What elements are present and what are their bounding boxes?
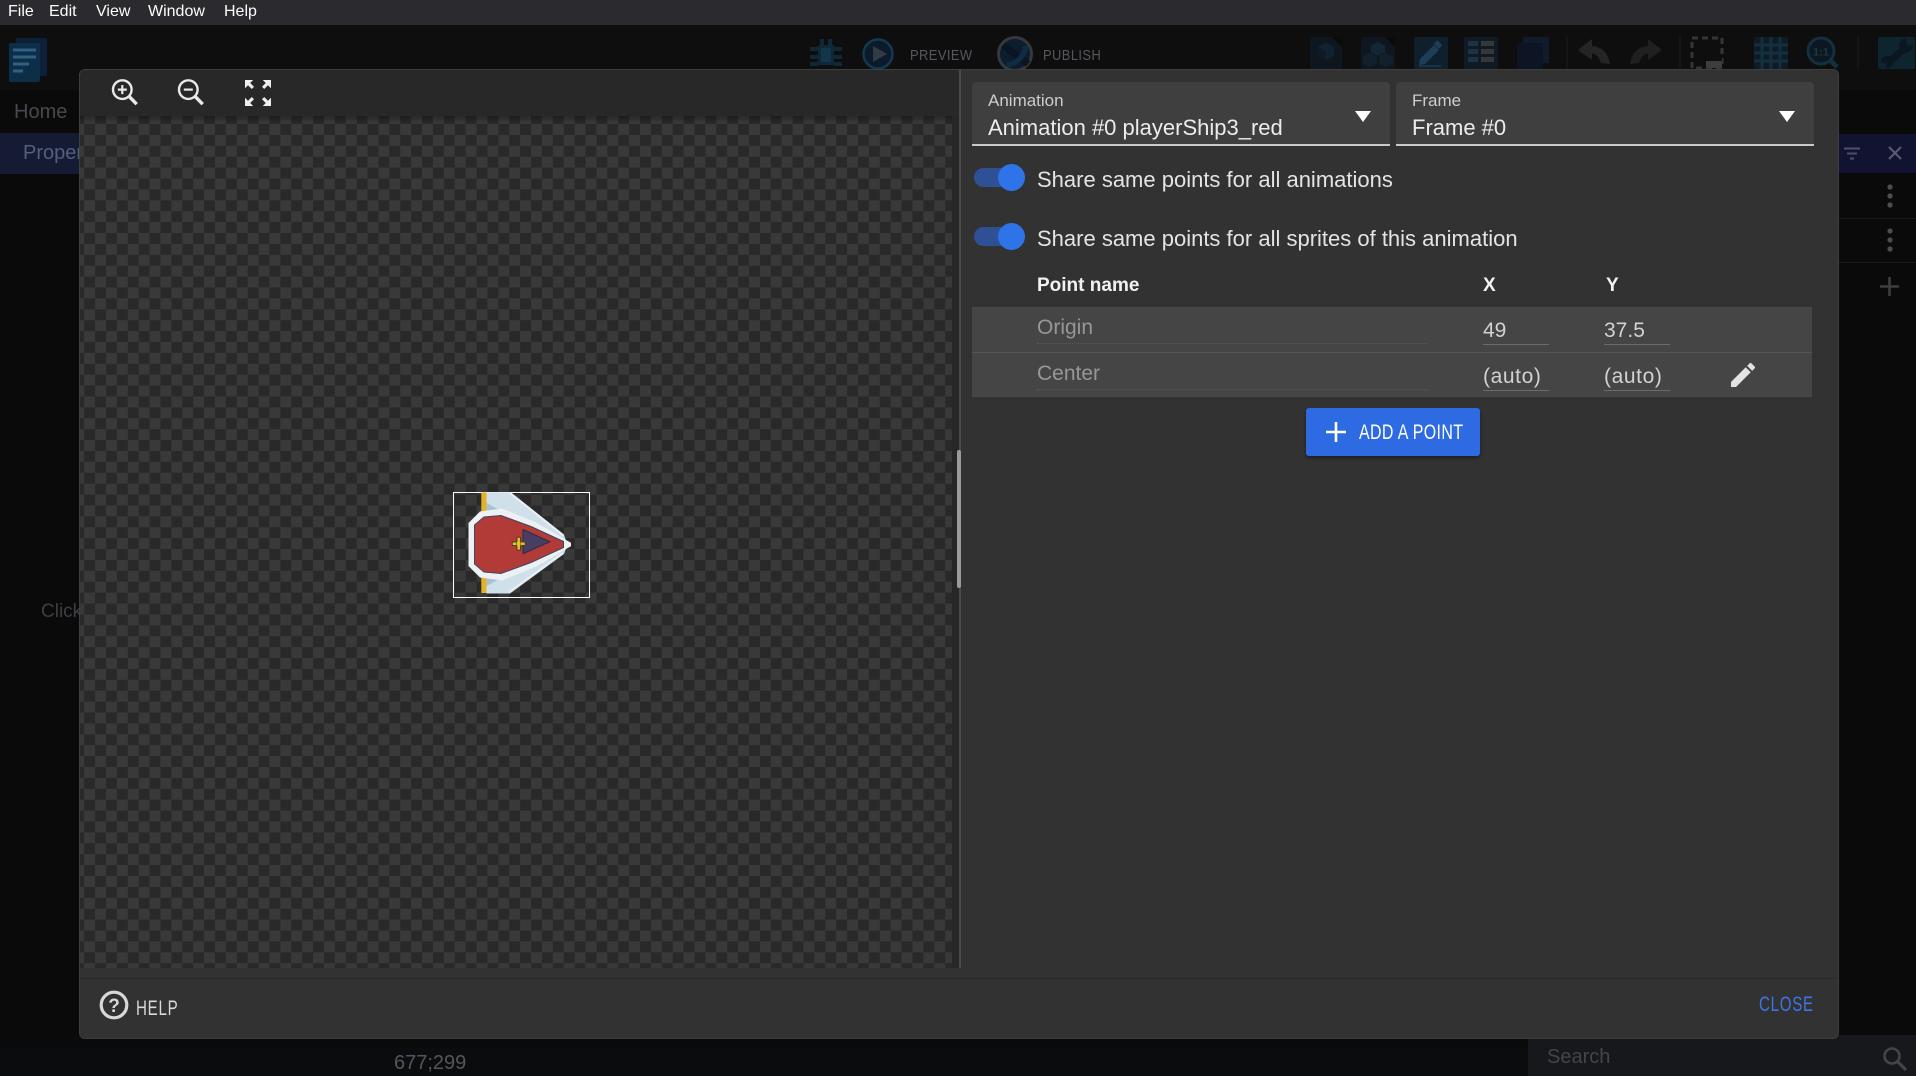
- svg-text:?: ?: [108, 996, 120, 1017]
- svg-text:1:1: 1:1: [1813, 47, 1829, 59]
